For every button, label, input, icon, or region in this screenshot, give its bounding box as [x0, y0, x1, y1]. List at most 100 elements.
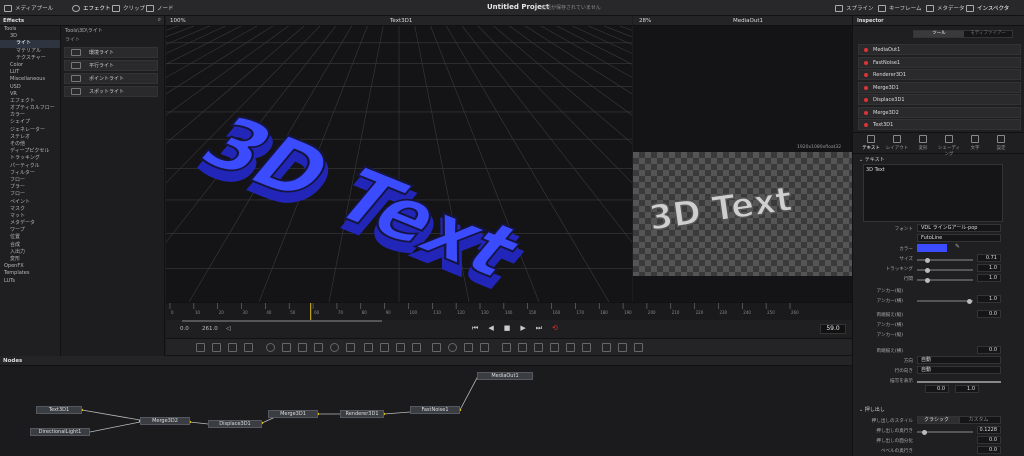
fx2-tool-icon[interactable] [618, 343, 627, 352]
subtab-4[interactable]: 文字 [963, 135, 987, 151]
tracking-value[interactable]: 1.0 [977, 264, 1001, 272]
extrusion-style-custom[interactable]: カスタム [959, 416, 1001, 424]
bevel-depth-value[interactable]: 0.0 [977, 436, 1001, 444]
node-merge3d2[interactable]: Merge3D2 [140, 417, 190, 425]
blur-tool-icon[interactable] [282, 343, 291, 352]
size-slider[interactable] [917, 257, 973, 263]
line-spacing-value[interactable]: 1.0 [977, 274, 1001, 282]
stop-icon[interactable]: ■ [504, 324, 511, 333]
viewer2-zoom[interactable]: 28% [639, 18, 651, 24]
tree-item[interactable]: フィルター [0, 170, 60, 177]
font-select[interactable]: VDL ラインGアール-pop [917, 224, 1001, 232]
node-editor[interactable]: MediaOut1 Text3D1 Merge3D2 Displace3D1 M… [0, 366, 852, 456]
go-to-start-icon[interactable]: ⏮ [472, 324, 478, 333]
tree-item[interactable]: オプティカルフロー [0, 105, 60, 112]
search-icon[interactable]: ⌕ [158, 17, 161, 24]
tree-item[interactable]: ブラー [0, 184, 60, 191]
anchor-h-slider[interactable] [917, 298, 973, 304]
bevel-width-value[interactable]: 0.0 [977, 446, 1001, 454]
tree-item[interactable]: フロー [0, 177, 60, 184]
tree-item[interactable]: カラー [0, 112, 60, 119]
tree-item[interactable]: 合成 [0, 242, 60, 249]
tree-item[interactable]: ペイント [0, 199, 60, 206]
tree-item[interactable]: シェイプ [0, 119, 60, 126]
line-spacing-slider[interactable] [917, 277, 973, 283]
tab-modifiers[interactable]: モディファイアー [964, 31, 1012, 37]
tree-item[interactable]: 入出力 [0, 249, 60, 256]
extrusion-depth-knob[interactable] [922, 429, 927, 435]
tree-item[interactable]: Color [0, 62, 60, 69]
extrusion-style-classic[interactable]: クラシック [917, 416, 959, 424]
inspector-node-item[interactable]: MediaOut1 [858, 44, 1021, 55]
range-bar[interactable] [182, 320, 382, 322]
camera-tool-icon[interactable] [480, 343, 489, 352]
subtab-2[interactable]: 変形 [911, 135, 935, 151]
justify-v-value[interactable]: 0.0 [977, 310, 1001, 318]
tree-item[interactable]: LUTs [0, 278, 60, 285]
out-point[interactable]: 261.0 [202, 326, 218, 332]
inspector-node-item[interactable]: Renderer3D1 [858, 69, 1021, 80]
justify-h-value[interactable]: 0.0 [977, 346, 1001, 354]
paint-tool-icon[interactable] [212, 343, 221, 352]
tree-item[interactable]: パーティクル [0, 163, 60, 170]
anchor-h-knob[interactable] [967, 298, 972, 304]
tool-directional-light[interactable]: 平行ライト [64, 60, 158, 71]
tree-item[interactable]: メタデータ [0, 220, 60, 227]
tracking-knob[interactable] [925, 267, 930, 273]
line-direction-select[interactable]: 自動 [917, 366, 1001, 374]
size-knob[interactable] [925, 257, 930, 263]
tool-ambient-light[interactable]: 環境ライト [64, 47, 158, 58]
clips-button[interactable]: クリップ [112, 3, 145, 13]
tree-item[interactable]: トラッキング [0, 155, 60, 162]
bspline-tool-icon[interactable] [380, 343, 389, 352]
node-renderer3d1[interactable]: Renderer3D1 [340, 410, 384, 418]
go-to-end-icon[interactable]: ⏭ [536, 324, 542, 333]
tree-item[interactable]: LUT [0, 69, 60, 76]
glow-tool-icon[interactable] [330, 343, 339, 352]
color-swatch[interactable] [917, 244, 947, 252]
tracking-slider[interactable] [917, 267, 973, 273]
tree-item[interactable]: テクスチャー [0, 55, 60, 62]
tree-item[interactable]: マテリアル [0, 48, 60, 55]
nodes-button[interactable]: ノード [146, 3, 174, 13]
inspector-node-item[interactable]: Text3D1 [858, 119, 1021, 130]
tree-item[interactable]: OpenFX [0, 263, 60, 270]
time-ruler[interactable]: 0 10 20 30 40 50 60 70 80 90 100 110 120 130 140 150 160… [166, 302, 852, 321]
play-icon[interactable]: ▶ [520, 324, 525, 333]
text-tool-icon[interactable] [228, 343, 237, 352]
node-merge3d1[interactable]: Merge3D1 [268, 410, 318, 418]
font-style-select[interactable]: FutoLine [917, 234, 1001, 242]
light3d-tool-icon[interactable] [534, 343, 543, 352]
media-pool-button[interactable]: メディアプール [4, 3, 53, 13]
circle-tool-icon[interactable] [448, 343, 457, 352]
inspector-node-item[interactable]: Displace3D1 [858, 94, 1021, 105]
extrusion-depth-value[interactable]: 0.1228 [977, 426, 1001, 434]
mask-tool-icon[interactable] [298, 343, 307, 352]
tree-item[interactable]: 変形 [0, 256, 60, 263]
eyedropper-icon[interactable]: ✎ [955, 243, 960, 250]
shape3d-tool-icon[interactable] [518, 343, 527, 352]
polygon-tool-icon[interactable] [364, 343, 373, 352]
tool-point-light[interactable]: ポイントライト [64, 73, 158, 84]
merge-tool-icon[interactable] [244, 343, 253, 352]
spline-button[interactable]: スプライン [835, 3, 874, 13]
tree-item[interactable]: ジェネレーター [0, 127, 60, 134]
inspector-node-item[interactable]: FastNoise1 [858, 56, 1021, 68]
tree-item[interactable]: Templates [0, 270, 60, 277]
subtab-1[interactable]: レイアウト [885, 135, 909, 151]
tree-item[interactable]: 3D [0, 33, 60, 40]
node-text3d1[interactable]: Text3D1 [36, 406, 82, 414]
node-directionallight1[interactable]: DirectionalLight1 [30, 428, 90, 436]
node-mediaout1[interactable]: MediaOut1 [477, 372, 533, 380]
subtab-5[interactable]: 設定 [989, 135, 1013, 151]
fx3-tool-icon[interactable] [634, 343, 643, 352]
tree-item[interactable]: Miscellaneous [0, 76, 60, 83]
write-on-start[interactable]: 0.0 [925, 385, 949, 393]
fx-tool-icon[interactable] [602, 343, 611, 352]
speaker-icon[interactable]: ◁ [226, 325, 231, 332]
write-on-slider[interactable] [917, 381, 1001, 383]
tree-item[interactable]: エフェクト [0, 98, 60, 105]
rectangle-tool-icon[interactable] [396, 343, 405, 352]
tree-item[interactable]: 位置 [0, 234, 60, 241]
tab-tools[interactable]: ツール [914, 31, 964, 37]
